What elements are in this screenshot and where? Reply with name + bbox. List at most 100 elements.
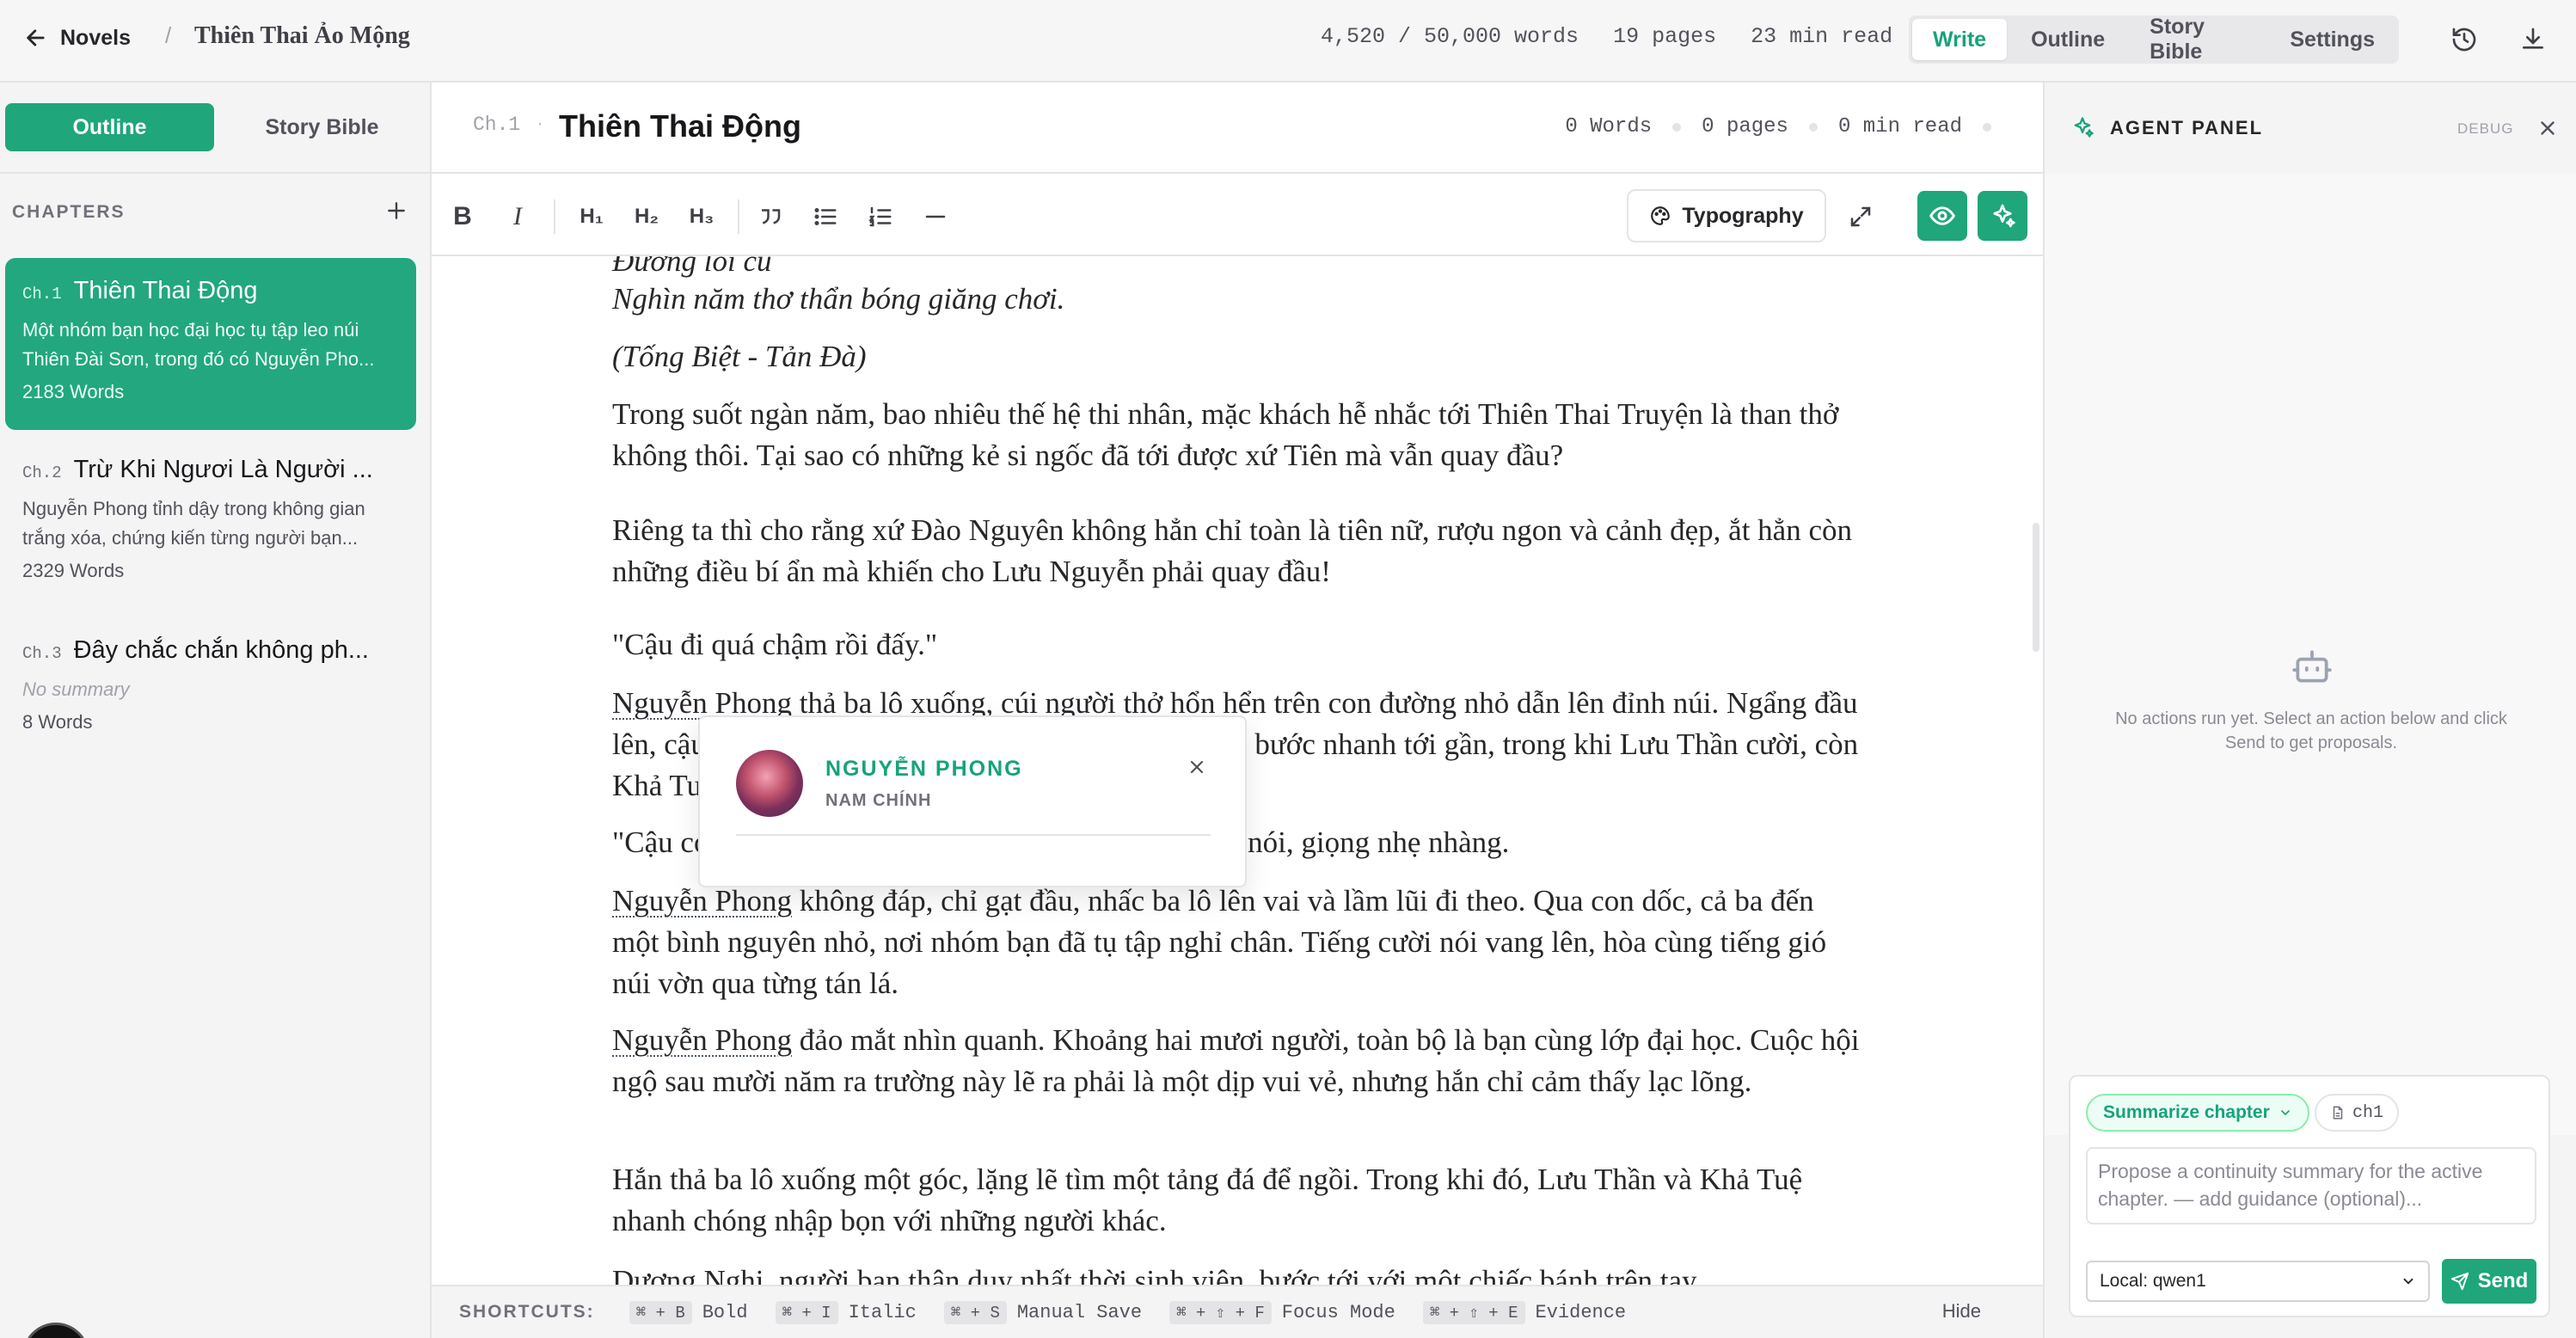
eye-icon — [1929, 206, 1956, 225]
mode-tab-story-bible[interactable]: Story Bible — [2129, 15, 2266, 64]
close-agent-panel-button[interactable] — [2533, 114, 2562, 143]
shortcut-keys: ⌘ + B — [629, 1300, 692, 1324]
send-button[interactable]: Send — [2442, 1259, 2536, 1304]
current-chapter-title[interactable]: Thiên Thai Động — [559, 108, 801, 144]
paragraph[interactable]: (Tống Biệt - Tản Đà) — [612, 336, 1868, 377]
shortcut-action: Manual Save — [1016, 1301, 1143, 1323]
chapter-item-2[interactable]: Ch.2 Trừ Khi Ngươi Là Người ... Nguyễn P… — [5, 437, 416, 609]
character-card-popup: NGUYỄN PHONG NAM CHÍNH — [698, 715, 1247, 887]
horizontal-rule-button[interactable] — [917, 198, 954, 236]
mode-tab-write[interactable]: Write — [1912, 19, 2008, 60]
expand-button[interactable] — [1842, 198, 1880, 236]
paragraph[interactable]: Nguyễn Phong đảo mắt nhìn quanh. Khoảng … — [612, 1020, 1868, 1102]
chapter-title: Đây chắc chắn không ph... — [73, 636, 369, 664]
agent-panel-header: AGENT PANEL DEBUG — [2045, 83, 2576, 174]
context-chapter-chip[interactable]: ch1 — [2315, 1094, 2400, 1132]
typography-button[interactable]: Typography — [1627, 189, 1826, 242]
word-progress: 4,520 / 50,000 words — [1321, 24, 1579, 49]
stat-dot — [1672, 122, 1682, 132]
history-button[interactable] — [2445, 21, 2483, 58]
chapter-summary: Một nhóm bạn học đại học tụ tập leo núi … — [22, 319, 375, 370]
app-logo[interactable]: N — [22, 1323, 89, 1338]
chapter-summary: No summary — [22, 678, 130, 700]
toolbar-separator — [738, 199, 739, 234]
palette-icon — [1651, 206, 1671, 225]
paragraph[interactable]: "Cậu đi quá chậm rồi đấy." — [612, 624, 1868, 666]
ai-assist-button[interactable] — [1978, 191, 2027, 241]
chapter-summary: Nguyễn Phong tỉnh dậy trong không gian t… — [22, 498, 365, 549]
chapter-number: Ch.1 — [22, 285, 62, 304]
agent-message-area: No actions run yet. Select an action bel… — [2045, 174, 2576, 1135]
novel-stats: 4,520 / 50,000 words 19 pages 23 min rea… — [1321, 24, 1892, 49]
debug-toggle[interactable]: DEBUG — [2457, 120, 2513, 138]
back-to-novels-button[interactable]: Novels — [24, 19, 131, 57]
add-chapter-button[interactable] — [385, 198, 408, 227]
sidebar-tab-story-bible[interactable]: Story Bible — [218, 103, 426, 151]
chapter-item-3[interactable]: Ch.3 Đây chắc chắn không ph... No summar… — [5, 617, 416, 755]
top-bar: Novels / Thiên Thai Ảo Mộng 4,520 / 50,0… — [0, 0, 2576, 83]
expand-icon — [1850, 206, 1871, 227]
document-icon — [2333, 1106, 2343, 1120]
paragraph-text: không đáp, chỉ gạt đầu, nhấc ba lô lên v… — [612, 884, 1827, 1000]
save-status-dot — [1983, 122, 1991, 132]
hide-shortcuts-button[interactable]: Hide — [1942, 1300, 1981, 1323]
download-icon — [2523, 28, 2543, 49]
mode-tab-settings[interactable]: Settings — [2269, 19, 2395, 60]
italic-button[interactable]: I — [499, 198, 537, 236]
shortcuts-label: SHORTCUTS: — [459, 1302, 595, 1322]
action-select-chip[interactable]: Summarize chapter — [2086, 1094, 2309, 1132]
history-icon — [2452, 28, 2476, 52]
page-count: 19 pages — [1613, 24, 1717, 49]
shortcuts-bar: SHORTCUTS: ⌘ + B Bold ⌘ + I Italic ⌘ + S Ma… — [432, 1285, 2043, 1338]
chapter-title: Trừ Khi Ngươi Là Người ... — [73, 456, 373, 483]
chapter-sidebar: Outline Story Bible CHAPTERS Ch.1 Thiên … — [0, 83, 432, 1338]
typography-label: Typography — [1682, 203, 1804, 228]
sidebar-tabs: Outline Story Bible — [5, 103, 426, 151]
paragraph[interactable]: Nghìn năm thơ thẩn bóng giăng chơi. — [612, 279, 1868, 320]
chapter-stats: 0 Words 0 pages 0 min read — [1565, 115, 1991, 138]
download-button[interactable] — [2514, 21, 2552, 58]
heading-1-button[interactable]: H₁ — [569, 198, 614, 236]
paragraph[interactable]: Hắn thả ba lô xuống một góc, lặng lẽ tìm… — [612, 1159, 1868, 1242]
read-time: 23 min read — [1751, 24, 1893, 49]
quote-button[interactable] — [751, 198, 789, 236]
character-avatar — [736, 750, 803, 817]
heading-3-button[interactable]: H₃ — [679, 198, 724, 236]
header-dot: · — [537, 112, 543, 135]
send-icon — [2450, 1272, 2469, 1291]
character-mention[interactable]: Nguyễn Phong — [612, 1023, 792, 1057]
chapter-pages: 0 pages — [1702, 115, 1788, 138]
scrollbar-thumb[interactable] — [2033, 523, 2039, 652]
heading-2-button[interactable]: H₂ — [624, 198, 669, 236]
paragraph[interactable]: Riêng ta thì cho rằng xứ Đào Nguyên khôn… — [612, 510, 1868, 592]
close-popup-button[interactable] — [1181, 752, 1212, 783]
paragraph[interactable]: Dương Nghi, người bạn thân duy nhất thời… — [612, 1261, 1868, 1285]
arrow-left-icon — [27, 29, 45, 46]
character-name: NGUYỄN PHONG — [825, 757, 1023, 781]
numbered-list-icon — [868, 206, 892, 227]
bullet-list-button[interactable] — [807, 198, 844, 236]
guidance-input[interactable]: Propose a continuity summary for the act… — [2086, 1147, 2536, 1224]
shortcut-keys: ⌘ + I — [775, 1300, 838, 1324]
chapters-header: CHAPTERS — [12, 198, 408, 227]
chapter-item-1[interactable]: Ch.1 Thiên Thai Động Một nhóm bạn học đạ… — [5, 258, 416, 430]
model-select[interactable]: Local: qwen1 — [2086, 1261, 2430, 1302]
chapter-read-time: 0 min read — [1837, 115, 1962, 138]
paragraph[interactable]: Trong suốt ngàn năm, bao nhiêu thế hệ th… — [612, 394, 1868, 476]
shortcut-save: ⌘ + S Manual Save — [943, 1300, 1143, 1324]
agent-panel: AGENT PANEL DEBUG No actions run yet. Se… — [2043, 83, 2576, 1338]
shortcut-action: Evidence — [1535, 1301, 1627, 1323]
mode-tab-outline[interactable]: Outline — [2010, 19, 2125, 60]
send-label: Send — [2477, 1269, 2529, 1292]
editor-pane: Ch.1 · Thiên Thai Động 0 Words 0 pages 0… — [432, 83, 2043, 1338]
current-chapter-number: Ch.1 — [473, 114, 521, 136]
sidebar-tab-outline[interactable]: Outline — [5, 103, 214, 151]
numbered-list-button[interactable] — [862, 198, 899, 236]
model-value: Local: qwen1 — [2100, 1271, 2206, 1291]
quote-icon — [762, 209, 781, 224]
paragraph[interactable]: Nguyễn Phong không đáp, chỉ gạt đầu, nhấ… — [612, 881, 1868, 1004]
character-mention[interactable]: Nguyễn Phong — [612, 884, 792, 918]
bold-button[interactable]: B — [444, 198, 481, 236]
chapter-word-count: 2329 Words — [22, 560, 125, 581]
preview-toggle-button[interactable] — [1917, 191, 1967, 241]
